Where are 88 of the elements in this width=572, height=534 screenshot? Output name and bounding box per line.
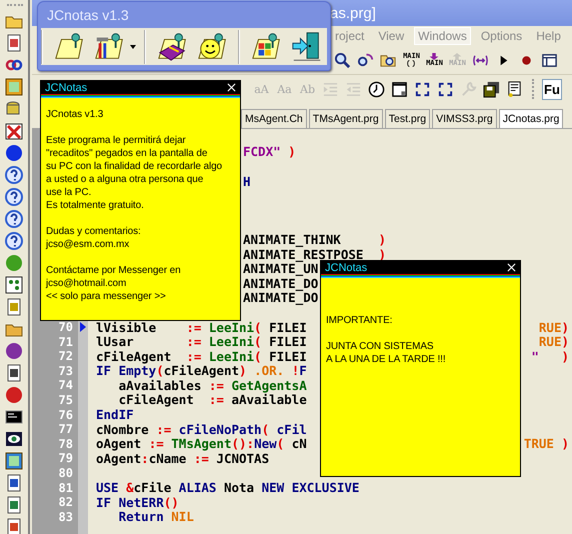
image-icon[interactable] xyxy=(5,452,23,470)
file-tab[interactable]: JCnotas.prg xyxy=(498,109,564,128)
replace-icon xyxy=(357,52,374,68)
note-text: IMPORTANTE: xyxy=(326,314,394,327)
outdent-icon xyxy=(345,80,362,98)
line-number: 72 xyxy=(58,349,73,364)
code-line: ANIMATE_UN xyxy=(243,261,318,276)
note-title: JCNotas xyxy=(45,82,88,94)
document-icon[interactable] xyxy=(5,474,23,492)
code-line: Return NIL xyxy=(118,509,194,524)
code-line: cFileAgent := LeeIni( FILEI xyxy=(96,348,307,364)
menu-item[interactable]: Help xyxy=(532,27,565,45)
window-icon xyxy=(541,52,558,68)
menu-item[interactable]: roject xyxy=(331,27,368,45)
close-icon[interactable] xyxy=(227,83,236,92)
file-tab[interactable]: VIMSS3.prg xyxy=(432,109,497,128)
help-icon[interactable] xyxy=(5,210,23,228)
note-title: JCNotas xyxy=(325,262,368,274)
line-number: 79 xyxy=(58,451,73,466)
line-number: 75 xyxy=(58,392,73,407)
window-icon[interactable] xyxy=(5,78,23,96)
note-text: Dudas y comentarios: jcso@esm.com.mx xyxy=(46,225,142,251)
line-number: 80 xyxy=(58,466,73,480)
code-fragment: " ) xyxy=(531,348,570,364)
document-icon[interactable] xyxy=(5,364,23,382)
code-fragment: RUE) xyxy=(538,334,570,350)
arrow-up-icon xyxy=(452,53,462,60)
menu-item[interactable]: View xyxy=(374,27,408,45)
line-number: 74 xyxy=(58,378,73,392)
line-number: 82 xyxy=(58,495,73,510)
help-icon[interactable] xyxy=(5,166,23,184)
code-line: ANIMATE_THINK ) xyxy=(243,232,386,247)
wrench-icon xyxy=(460,80,477,98)
code-line: USE &cFile ALIAS Nota NEW EXCLUSIVE xyxy=(96,480,360,496)
line-number: 78 xyxy=(58,436,73,451)
line-number: 76 xyxy=(58,408,73,422)
console-icon[interactable] xyxy=(5,408,23,426)
code-line: EndIF xyxy=(96,407,134,422)
help-icon[interactable] xyxy=(5,188,23,206)
code-line: H xyxy=(243,174,251,189)
code-fragment: TRUE ) xyxy=(524,436,570,452)
braces-icon xyxy=(406,60,416,67)
arrow-down-icon xyxy=(429,53,440,60)
menu-item[interactable]: Options xyxy=(476,27,526,45)
help-icon[interactable] xyxy=(5,232,23,250)
window-title: JCnotas v1.3 xyxy=(47,7,129,23)
code-line: cNombre := cFileNoPath( cFil xyxy=(96,422,307,437)
code-fragment: RUE) xyxy=(538,320,570,335)
file-tab[interactable]: Test.prg xyxy=(384,109,430,128)
arrows-icon xyxy=(437,80,454,98)
indent-icon xyxy=(322,80,339,98)
function-field[interactable]: Fu xyxy=(542,78,562,100)
search-icon xyxy=(334,52,351,68)
floppy-disks-icon xyxy=(483,80,500,98)
line-number: 73 xyxy=(58,364,73,378)
document-icon xyxy=(506,80,523,98)
arrows-icon xyxy=(414,80,431,98)
line-number: 81 xyxy=(58,480,73,495)
code-line: cFileAgent := aAvailable xyxy=(118,392,307,408)
disc-icon[interactable] xyxy=(5,144,23,162)
file-tab[interactable]: MsAgent.Ch xyxy=(241,109,307,128)
code-line: FCDX" ) xyxy=(243,144,296,160)
file-tab[interactable]: TMsAgent.prg xyxy=(308,109,383,128)
caret-icon[interactable] xyxy=(130,44,136,48)
code-line: ANIMATE_RESTPOSE ) xyxy=(243,246,386,262)
disc-icon[interactable] xyxy=(5,386,23,404)
note-text: Este programa le permitirá dejar "recaditos" pegados en la pantalla de su PC con la finalidad de recordarle algo a usted o a alguna otra persona que use la PC. Es totalmente gratuito. xyxy=(46,134,224,212)
code-line: aAvailables := GetAgentsA xyxy=(118,378,307,393)
code-line: ANIMATE_DO xyxy=(243,276,318,291)
code-line: oAgent := TMsAgent():New( cN xyxy=(96,436,307,452)
menu-item[interactable]: Windows xyxy=(414,27,471,45)
code-line: IF Empty(cFileAgent) .OR. !F xyxy=(96,363,307,378)
dice-icon[interactable] xyxy=(5,276,23,294)
code-line: oAgent:cName := JCNOTAS xyxy=(96,450,270,466)
line-number: 77 xyxy=(58,422,73,436)
code-line: lUsar := LeeIni( FILEI xyxy=(96,334,307,350)
note-text: JCnotas v1.3 xyxy=(46,108,104,121)
note-text: JUNTA CON SISTEMAS A LA UNA DE LA TARDE !!! xyxy=(326,340,447,366)
note-text: Contáctame por Messenger en jcso@hotmail.com << solo para messenger >> xyxy=(46,264,182,303)
line-number: 70 xyxy=(58,320,73,334)
eye-icon[interactable] xyxy=(5,430,23,448)
code-line: IF NetERR() xyxy=(96,494,179,510)
close-icon[interactable] xyxy=(507,263,516,272)
clock-icon xyxy=(368,80,385,98)
code-line: ANIMATE_DO xyxy=(243,290,318,306)
line-number: 83 xyxy=(58,510,73,524)
code-line: lVisible := LeeIni( FILEI xyxy=(96,320,307,335)
line-number: 71 xyxy=(58,334,73,349)
